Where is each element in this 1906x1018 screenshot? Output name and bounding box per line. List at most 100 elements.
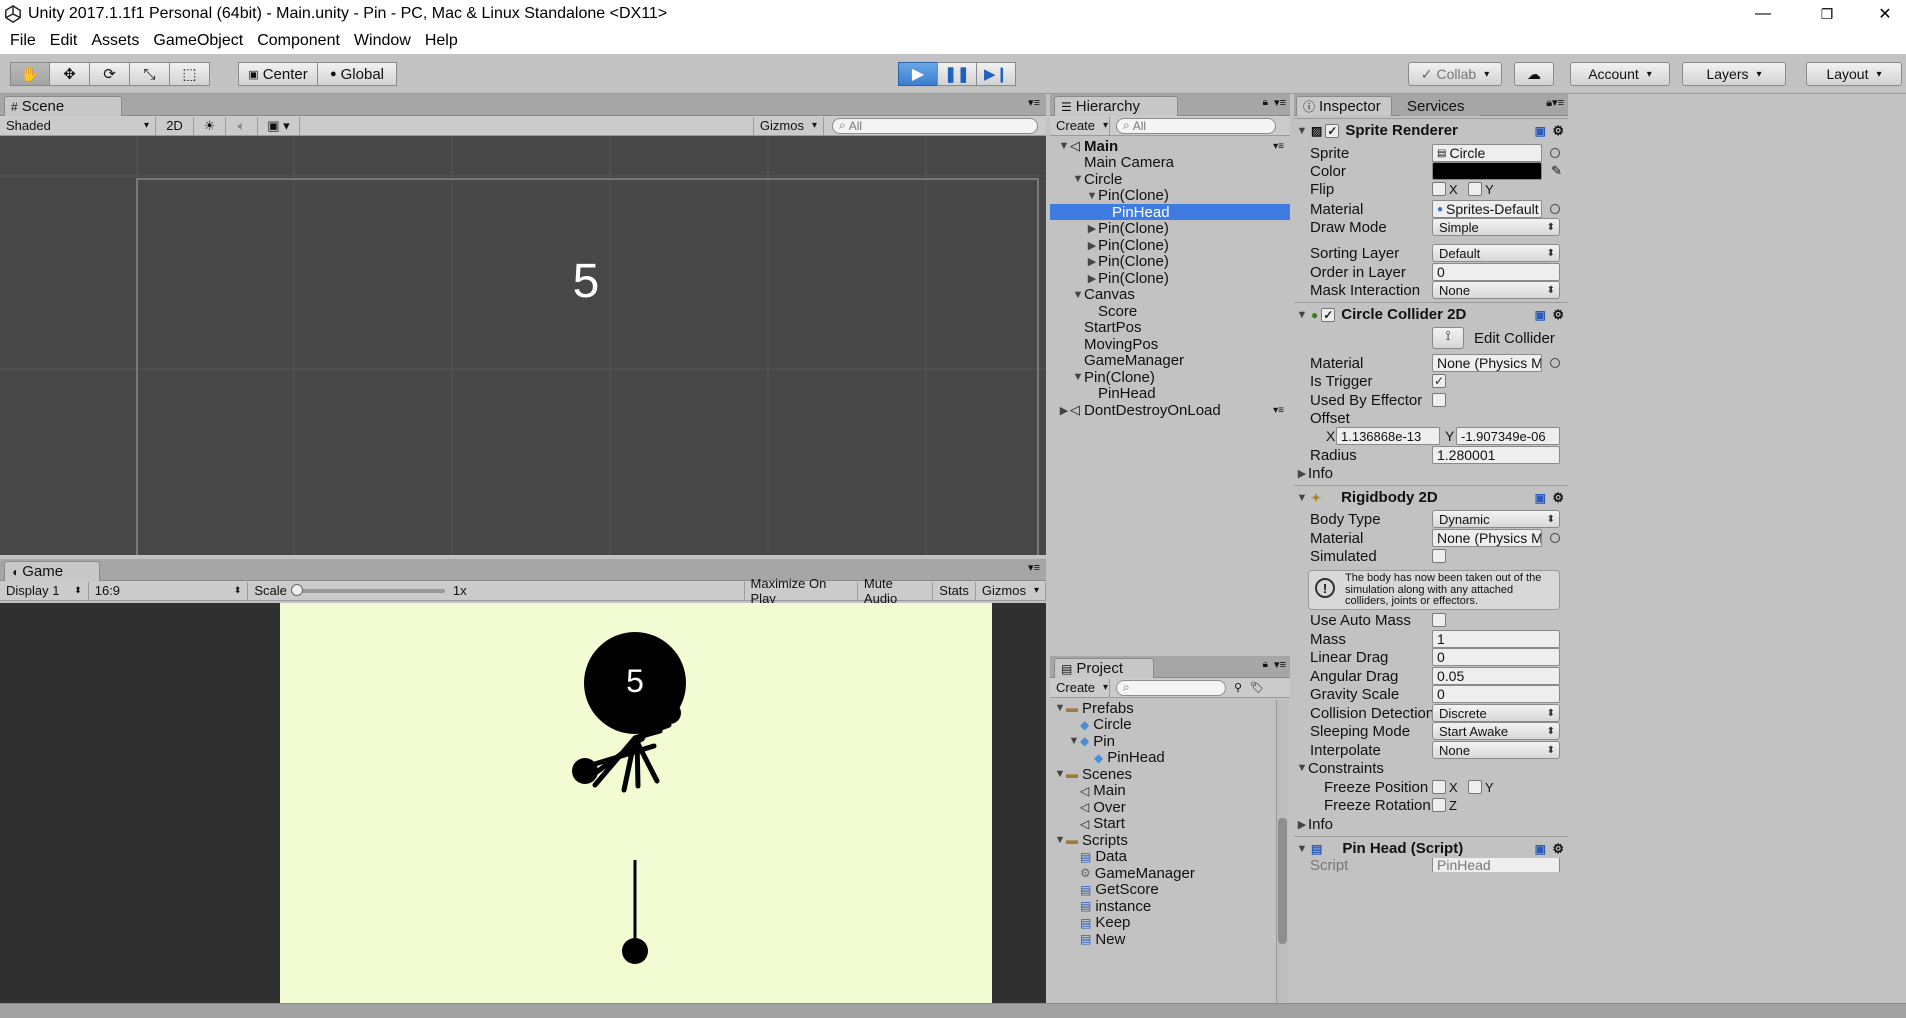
- object-picker-icon[interactable]: [1550, 533, 1560, 543]
- scale-tool-button[interactable]: ⤡: [129, 62, 170, 86]
- hierarchy-item[interactable]: PinHead: [1050, 204, 1290, 221]
- object-picker-icon[interactable]: [1550, 358, 1560, 368]
- object-picker-icon[interactable]: [1550, 148, 1560, 158]
- game-view[interactable]: 5: [0, 603, 1046, 1003]
- rigidbody-info-foldout[interactable]: ▶ Info: [1294, 813, 1568, 835]
- used-by-effector-checkbox[interactable]: [1432, 393, 1446, 407]
- project-item[interactable]: ▤ GetScore: [1050, 881, 1276, 898]
- sleeping-mode-dropdown[interactable]: Start Awake: [1432, 722, 1560, 740]
- menu-file[interactable]: File: [4, 32, 44, 50]
- object-picker-icon[interactable]: [1550, 204, 1560, 214]
- foldout-arrow-icon[interactable]: ▼: [1054, 768, 1066, 780]
- script-field[interactable]: PinHead: [1432, 858, 1560, 872]
- project-item[interactable]: ▼ ◆ Pin: [1050, 733, 1276, 750]
- hierarchy-item[interactable]: ▼ Pin(Clone): [1050, 187, 1290, 204]
- hierarchy-item[interactable]: StartPos: [1050, 319, 1290, 336]
- tab-game[interactable]: ◖ Game: [4, 561, 100, 581]
- menu-assets[interactable]: Assets: [85, 32, 147, 50]
- project-item[interactable]: ◁ Over: [1050, 799, 1276, 816]
- filter-type-icon[interactable]: ⚲: [1234, 681, 1242, 694]
- eyedropper-icon[interactable]: ✎: [1551, 163, 1562, 179]
- foldout-arrow-icon[interactable]: ▼: [1086, 190, 1098, 202]
- menu-help[interactable]: Help: [419, 32, 466, 50]
- panel-menu-icon[interactable]: ▾≡: [1274, 658, 1286, 671]
- linear-drag-field[interactable]: 0: [1432, 648, 1560, 666]
- foldout-arrow-icon[interactable]: ▼: [1068, 735, 1080, 747]
- cloud-button[interactable]: ☁: [1514, 62, 1554, 86]
- help-icon[interactable]: ▣: [1535, 491, 1546, 505]
- freeze-position-y-checkbox[interactable]: [1468, 780, 1482, 794]
- flip-y-checkbox[interactable]: [1468, 182, 1482, 196]
- collider-info-foldout[interactable]: ▶ Info: [1294, 462, 1568, 484]
- hierarchy-item[interactable]: ▶ Pin(Clone): [1050, 270, 1290, 287]
- project-item[interactable]: ▤ Data: [1050, 848, 1276, 865]
- hierarchy-search-input[interactable]: ⌕ All: [1116, 117, 1276, 134]
- pivot-center-button[interactable]: ▣ Center: [238, 62, 318, 86]
- project-create-dropdown[interactable]: Create: [1050, 678, 1110, 697]
- foldout-arrow-icon[interactable]: ▼: [1072, 173, 1084, 185]
- 2d-toggle[interactable]: 2D: [156, 116, 194, 135]
- foldout-arrow-icon[interactable]: ▶: [1086, 222, 1098, 235]
- panel-menu-icon[interactable]: ▾≡: [1028, 561, 1040, 574]
- pause-button[interactable]: ❚❚: [937, 62, 977, 86]
- layers-dropdown[interactable]: Layers: [1682, 62, 1786, 86]
- game-gizmos-dropdown[interactable]: Gizmos: [976, 581, 1046, 600]
- foldout-arrow-icon[interactable]: ▶: [1086, 239, 1098, 252]
- close-button[interactable]: ✕: [1862, 0, 1906, 28]
- gear-icon[interactable]: ⚙: [1552, 841, 1564, 857]
- hierarchy-item[interactable]: ▼ Circle: [1050, 171, 1290, 188]
- is-trigger-checkbox[interactable]: ✓: [1432, 374, 1446, 388]
- scale-slider-thumb[interactable]: [290, 583, 303, 596]
- mask-interaction-dropdown[interactable]: None: [1432, 281, 1560, 299]
- gear-icon[interactable]: ⚙: [1552, 307, 1564, 323]
- project-item[interactable]: ▤ Keep: [1050, 914, 1276, 931]
- layout-dropdown[interactable]: Layout: [1806, 62, 1902, 86]
- offset-x-field[interactable]: 1.136868e-13: [1336, 427, 1440, 445]
- sprite-renderer-enabled[interactable]: ✓: [1325, 123, 1340, 138]
- lock-icon[interactable]: 🔒︎: [1263, 97, 1268, 108]
- tab-scene[interactable]: # Scene: [4, 96, 122, 116]
- help-icon[interactable]: ▣: [1535, 124, 1546, 138]
- filter-label-icon[interactable]: 🏷︎: [1250, 681, 1264, 694]
- panel-menu-icon[interactable]: ▾≡: [1274, 96, 1286, 109]
- project-item[interactable]: ▤ New: [1050, 931, 1276, 948]
- scene-search-input[interactable]: ⌕ All: [832, 117, 1038, 134]
- foldout-arrow-icon[interactable]: ▼: [1054, 702, 1066, 714]
- sprite-renderer-header[interactable]: ▼ ▨ ✓ Sprite Renderer ▣ ⚙: [1294, 118, 1568, 142]
- rect-tool-button[interactable]: ⬚: [169, 62, 210, 86]
- lighting-toggle[interactable]: ☀: [194, 116, 226, 135]
- scale-slider[interactable]: [290, 583, 445, 596]
- project-item[interactable]: ▤ instance: [1050, 898, 1276, 915]
- hierarchy-item[interactable]: ▼ Canvas: [1050, 286, 1290, 303]
- play-button[interactable]: ▶: [898, 62, 938, 86]
- hand-tool-button[interactable]: ✋: [10, 62, 50, 86]
- project-scrollbar-thumb[interactable]: [1278, 818, 1287, 944]
- gravity-scale-field[interactable]: 0: [1432, 685, 1560, 703]
- scene-view[interactable]: 5: [0, 136, 1046, 555]
- hierarchy-create-dropdown[interactable]: Create: [1050, 116, 1110, 135]
- circle-collider-enabled[interactable]: ✓: [1321, 307, 1336, 322]
- mute-audio-toggle[interactable]: Mute Audio: [858, 576, 934, 606]
- tab-inspector[interactable]: ⓘ Inspector: [1296, 96, 1392, 116]
- display-dropdown[interactable]: Display 1 ⬍: [0, 581, 89, 600]
- hierarchy-item[interactable]: ▶ Pin(Clone): [1050, 220, 1290, 237]
- foldout-arrow-icon[interactable]: ▶: [1086, 255, 1098, 268]
- menu-window[interactable]: Window: [348, 32, 419, 50]
- foldout-arrow-icon[interactable]: ▼: [1072, 289, 1084, 301]
- move-tool-button[interactable]: ✥: [49, 62, 90, 86]
- project-search-input[interactable]: ⌕: [1116, 679, 1226, 696]
- project-item[interactable]: ▼ ▬ Scripts: [1050, 832, 1276, 849]
- maximize-button[interactable]: ❐: [1804, 0, 1850, 28]
- audio-toggle[interactable]: 🔈︎: [226, 116, 258, 135]
- flip-x-checkbox[interactable]: [1432, 182, 1446, 196]
- project-item[interactable]: ⚙ GameManager: [1050, 865, 1276, 882]
- foldout-arrow-icon[interactable]: ▼: [1058, 140, 1070, 152]
- freeze-rotation-z-checkbox[interactable]: [1432, 798, 1446, 812]
- project-item[interactable]: ▼ ▬ Prefabs: [1050, 700, 1276, 717]
- tab-hierarchy[interactable]: ☰ Hierarchy: [1054, 96, 1178, 116]
- gear-icon[interactable]: ⚙: [1552, 490, 1564, 506]
- circle-collider-header[interactable]: ▼ ● ✓ Circle Collider 2D ▣ ⚙: [1294, 302, 1568, 326]
- collab-dropdown[interactable]: ✓ Collab: [1408, 62, 1502, 86]
- foldout-arrow-icon[interactable]: ▼: [1072, 371, 1084, 383]
- tab-services[interactable]: Services: [1400, 96, 1480, 116]
